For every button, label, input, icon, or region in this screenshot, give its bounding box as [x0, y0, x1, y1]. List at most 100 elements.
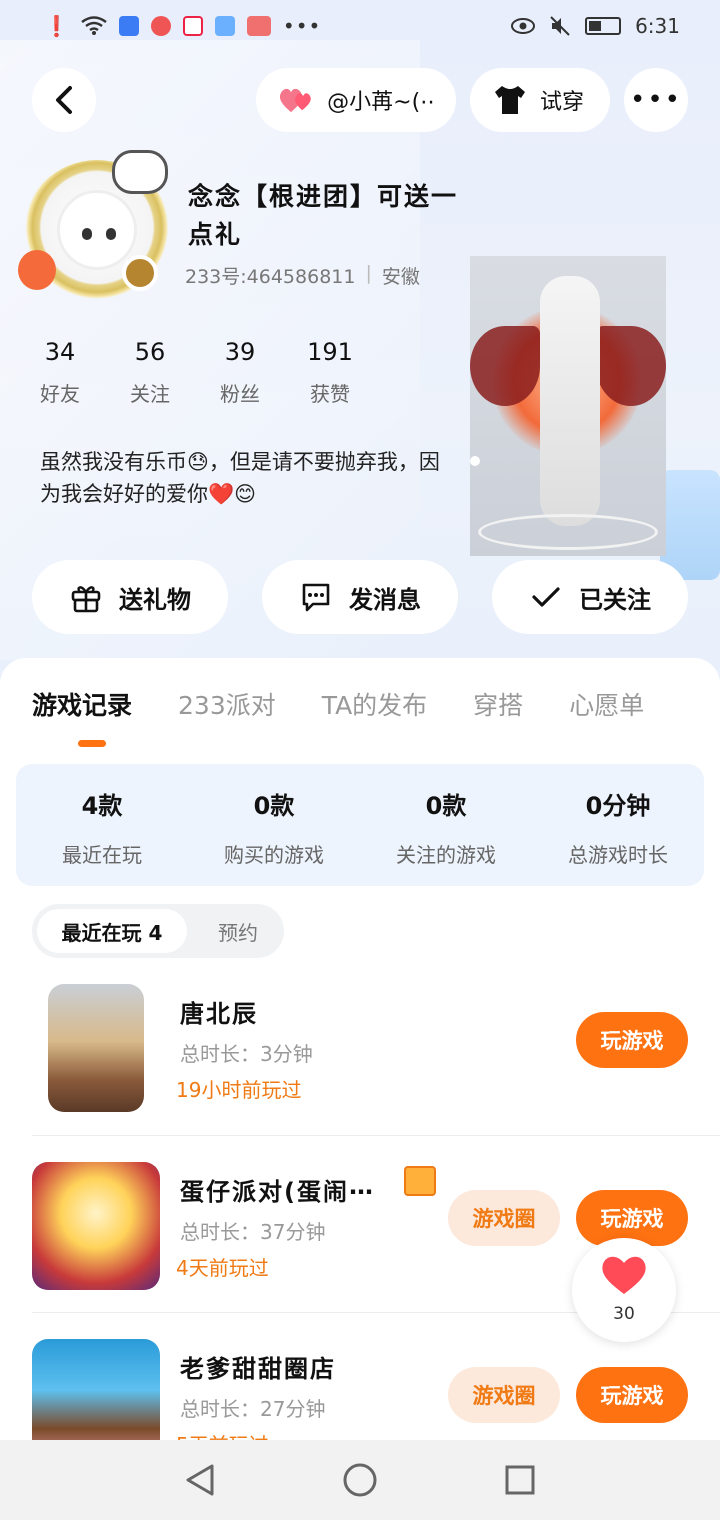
- avatar-face: [57, 190, 137, 270]
- play-game-button[interactable]: 玩游戏: [576, 1012, 688, 1068]
- summary-label: 最近在玩: [62, 843, 142, 867]
- summary-value: 0款: [425, 792, 467, 820]
- stat-fans[interactable]: 39 粉丝: [200, 338, 280, 407]
- app-icon-huawei: [246, 16, 271, 36]
- followed-label: 已关注: [579, 585, 651, 614]
- summary-followed[interactable]: 0款 关注的游戏: [360, 786, 532, 868]
- home-circle-icon[interactable]: [342, 1462, 378, 1498]
- check-icon: [532, 587, 560, 607]
- tab-233-party[interactable]: 233派对: [178, 686, 276, 722]
- segment-reserved[interactable]: 预约: [200, 909, 276, 953]
- segment-recent-playing[interactable]: 最近在玩 4: [37, 909, 187, 953]
- summary-recent[interactable]: 4款 最近在玩: [16, 786, 188, 868]
- stat-label: 关注: [130, 382, 170, 406]
- game-title: 蛋仔派对(蛋闹⋯: [180, 1178, 375, 1206]
- battery-icon: [585, 17, 622, 35]
- send-message-button[interactable]: 发消息: [262, 560, 458, 634]
- status-time: 6:31: [635, 14, 680, 38]
- game-title: 唐北辰: [180, 1000, 258, 1028]
- partner-pill[interactable]: @小苒~(⋯: [256, 68, 456, 132]
- gift-icon: [71, 586, 101, 613]
- user-id: 233号:464586811: [185, 266, 356, 288]
- background-logo-fragment: [660, 470, 720, 580]
- summary-value: 4款: [81, 792, 123, 820]
- tab-wishlist[interactable]: 心愿单: [569, 686, 644, 722]
- summary-total-time[interactable]: 0分钟 总游戏时长: [532, 786, 704, 868]
- recents-square-icon[interactable]: [504, 1464, 536, 1496]
- like-float-button[interactable]: 30: [572, 1238, 676, 1342]
- send-gift-label: 送礼物: [119, 585, 191, 614]
- game-icon: [48, 984, 144, 1112]
- system-nav-bar: [0, 1440, 720, 1520]
- heart-icon: [602, 1256, 646, 1294]
- summary-purchased[interactable]: 0款 购买的游戏: [188, 786, 360, 868]
- chevron-left-icon: [56, 86, 72, 114]
- crown-badge-icon: [122, 255, 158, 291]
- game-duration: 总时长：27分钟: [180, 1397, 326, 1421]
- status-bar: ❗ ••• 6:31: [0, 0, 720, 56]
- carousel-dot: [470, 456, 480, 466]
- stat-following[interactable]: 56 关注: [110, 338, 190, 407]
- game-last-played: 5天前玩过: [176, 1429, 269, 1440]
- summary-label: 关注的游戏: [396, 843, 496, 867]
- play-game-button[interactable]: 玩游戏: [576, 1190, 688, 1246]
- game-filter-segment: 最近在玩 4 预约: [32, 904, 284, 958]
- figure-base: [478, 514, 658, 550]
- tab-outfits[interactable]: 穿搭: [473, 686, 523, 722]
- carrot-decoration: [18, 250, 56, 290]
- stat-label: 好友: [40, 382, 80, 406]
- tab-game-records[interactable]: 游戏记录: [32, 686, 132, 722]
- tab-posts[interactable]: TA的发布: [322, 686, 427, 722]
- figure-body: [540, 276, 600, 526]
- wifi-icon: [81, 16, 107, 35]
- shield-app-icon: [118, 16, 139, 36]
- stat-value: 39: [224, 338, 256, 366]
- partner-name: @小苒~(⋯: [327, 90, 434, 115]
- app-icon-red: [150, 16, 171, 36]
- tshirt-icon: [495, 86, 525, 114]
- game-list-item[interactable]: 唐北辰 总时长：3分钟 19小时前玩过 玩游戏: [0, 970, 720, 1146]
- back-triangle-icon[interactable]: [184, 1463, 216, 1497]
- mute-icon: [550, 16, 570, 36]
- stat-value: 34: [44, 338, 76, 366]
- play-game-button[interactable]: 玩游戏: [576, 1367, 688, 1423]
- summary-label: 总游戏时长: [568, 843, 668, 867]
- game-last-played: 19小时前玩过: [176, 1078, 302, 1102]
- avatar[interactable]: [18, 150, 172, 310]
- eye-icon: [511, 18, 536, 34]
- uid-line: 233号:464586811 | 安徽: [185, 262, 420, 288]
- stat-label: 粉丝: [220, 382, 260, 406]
- summary-value: 0款: [253, 792, 295, 820]
- game-circle-button[interactable]: 游戏圈: [448, 1190, 560, 1246]
- stat-value: 56: [134, 338, 166, 366]
- stat-friends[interactable]: 34 好友: [20, 338, 100, 407]
- like-count: 30: [613, 1304, 635, 1324]
- avatar-3d-figure[interactable]: [470, 256, 666, 556]
- stat-likes[interactable]: 191 获赞: [290, 338, 370, 407]
- back-button[interactable]: [32, 68, 96, 132]
- stat-value: 191: [307, 338, 353, 366]
- game-list-item[interactable]: 老爹甜甜圈店 总时长：27分钟 5天前玩过 游戏圈 玩游戏: [0, 1325, 720, 1440]
- summary-label: 购买的游戏: [224, 843, 324, 867]
- avatar-cat-decoration: [112, 150, 168, 194]
- app-icon-paw: [214, 16, 235, 36]
- more-button[interactable]: •••: [624, 68, 688, 132]
- followed-button[interactable]: 已关注: [492, 560, 688, 634]
- divider: [32, 1135, 720, 1136]
- try-on-label: 试穿: [540, 90, 585, 115]
- tab-bar: 游戏记录 233派对 TA的发布 穿搭 心愿单: [32, 686, 644, 722]
- game-last-played: 4天前玩过: [176, 1256, 269, 1280]
- game-icon: [32, 1162, 160, 1290]
- more-dots-icon: •••: [282, 14, 322, 38]
- game-icon: [32, 1339, 160, 1440]
- nickname: 念念【根进团】可送一点礼: [188, 182, 459, 249]
- send-message-label: 发消息: [349, 585, 421, 614]
- stat-label: 获赞: [310, 382, 350, 406]
- try-on-button[interactable]: 试穿: [470, 68, 610, 132]
- game-circle-button[interactable]: 游戏圈: [448, 1367, 560, 1423]
- send-gift-button[interactable]: 送礼物: [32, 560, 228, 634]
- game-title: 老爹甜甜圈店: [180, 1355, 336, 1383]
- game-duration: 总时长：3分钟: [180, 1042, 313, 1066]
- gift-box-icon: [404, 1166, 436, 1196]
- wing-left: [470, 326, 540, 406]
